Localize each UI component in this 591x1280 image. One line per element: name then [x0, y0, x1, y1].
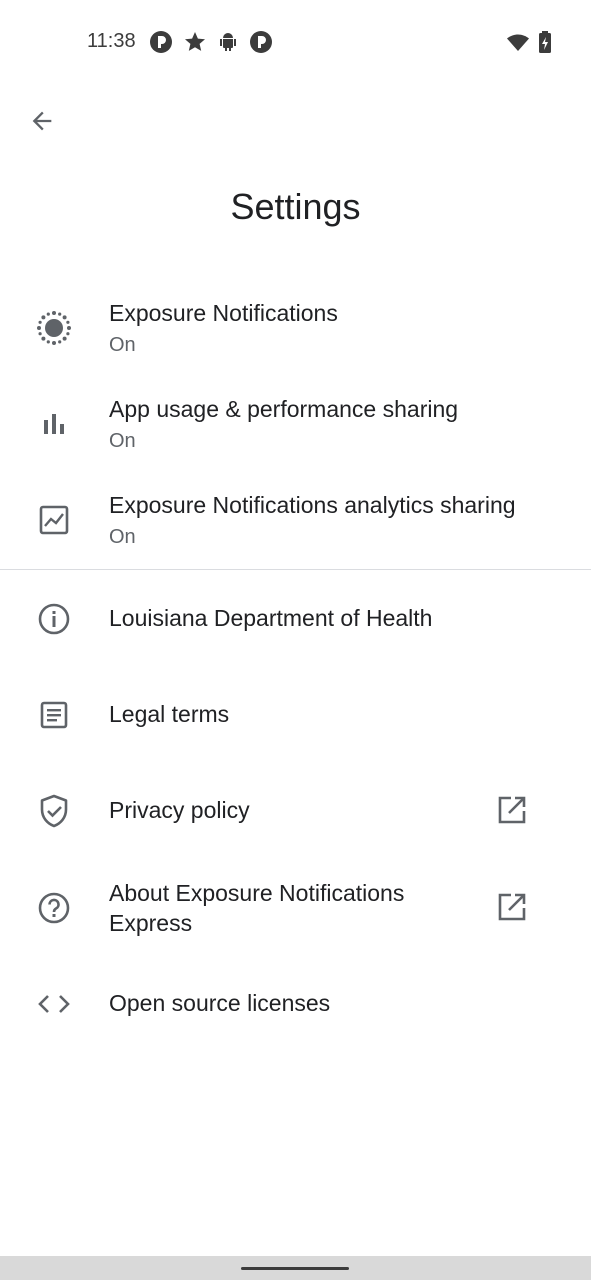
link-title: Open source licenses: [109, 990, 331, 1016]
link-legal-terms[interactable]: Legal terms: [0, 668, 591, 762]
divider: [0, 569, 591, 570]
link-title: Privacy policy: [109, 797, 250, 823]
arrow-back-icon: [28, 107, 56, 135]
document-icon: [34, 695, 74, 735]
app-notification-icon: [249, 30, 273, 54]
setting-title: App usage & performance sharing: [109, 396, 459, 422]
wifi-icon: [506, 30, 530, 54]
page-title: Settings: [230, 186, 361, 227]
link-health-department[interactable]: Louisiana Department of Health: [0, 572, 591, 666]
setting-exposure-notifications[interactable]: Exposure Notifications On: [0, 288, 591, 378]
status-time: 11:38: [87, 30, 136, 52]
help-icon: [34, 888, 74, 928]
exposure-icon: [34, 308, 74, 348]
battery-icon: [535, 30, 559, 54]
android-icon: [216, 30, 240, 54]
link-privacy-policy[interactable]: Privacy policy: [0, 764, 591, 858]
link-open-source-licenses[interactable]: Open source licenses: [0, 956, 591, 1050]
link-title-line1: About Exposure Notifications: [109, 880, 405, 906]
analytics-icon: [34, 500, 74, 540]
setting-status: On: [109, 430, 136, 452]
setting-status: On: [109, 526, 136, 548]
star-icon: [183, 30, 207, 54]
link-title-line2: Express: [109, 910, 193, 936]
bar-chart-icon: [34, 404, 74, 444]
info-icon: [34, 599, 74, 639]
open-in-new-icon[interactable]: [494, 792, 530, 828]
setting-analytics-sharing[interactable]: Exposure Notifications analytics sharing…: [0, 480, 591, 568]
link-about-en-express[interactable]: About Exposure Notifications Express: [0, 860, 591, 956]
home-gesture-handle[interactable]: [241, 1267, 349, 1270]
link-title: Louisiana Department of Health: [109, 605, 433, 631]
back-button[interactable]: [22, 101, 62, 141]
status-bar: 11:38: [0, 0, 591, 84]
link-title: Legal terms: [109, 701, 230, 727]
setting-status: On: [109, 334, 136, 356]
setting-app-usage-sharing[interactable]: App usage & performance sharing On: [0, 384, 591, 474]
setting-title: Exposure Notifications analytics sharing: [109, 492, 516, 518]
shield-icon: [34, 791, 74, 831]
navigation-bar: [0, 1256, 591, 1280]
setting-title: Exposure Notifications: [109, 300, 338, 326]
app-notification-icon: [149, 30, 173, 54]
open-in-new-icon[interactable]: [494, 889, 530, 925]
code-icon: [34, 984, 74, 1024]
